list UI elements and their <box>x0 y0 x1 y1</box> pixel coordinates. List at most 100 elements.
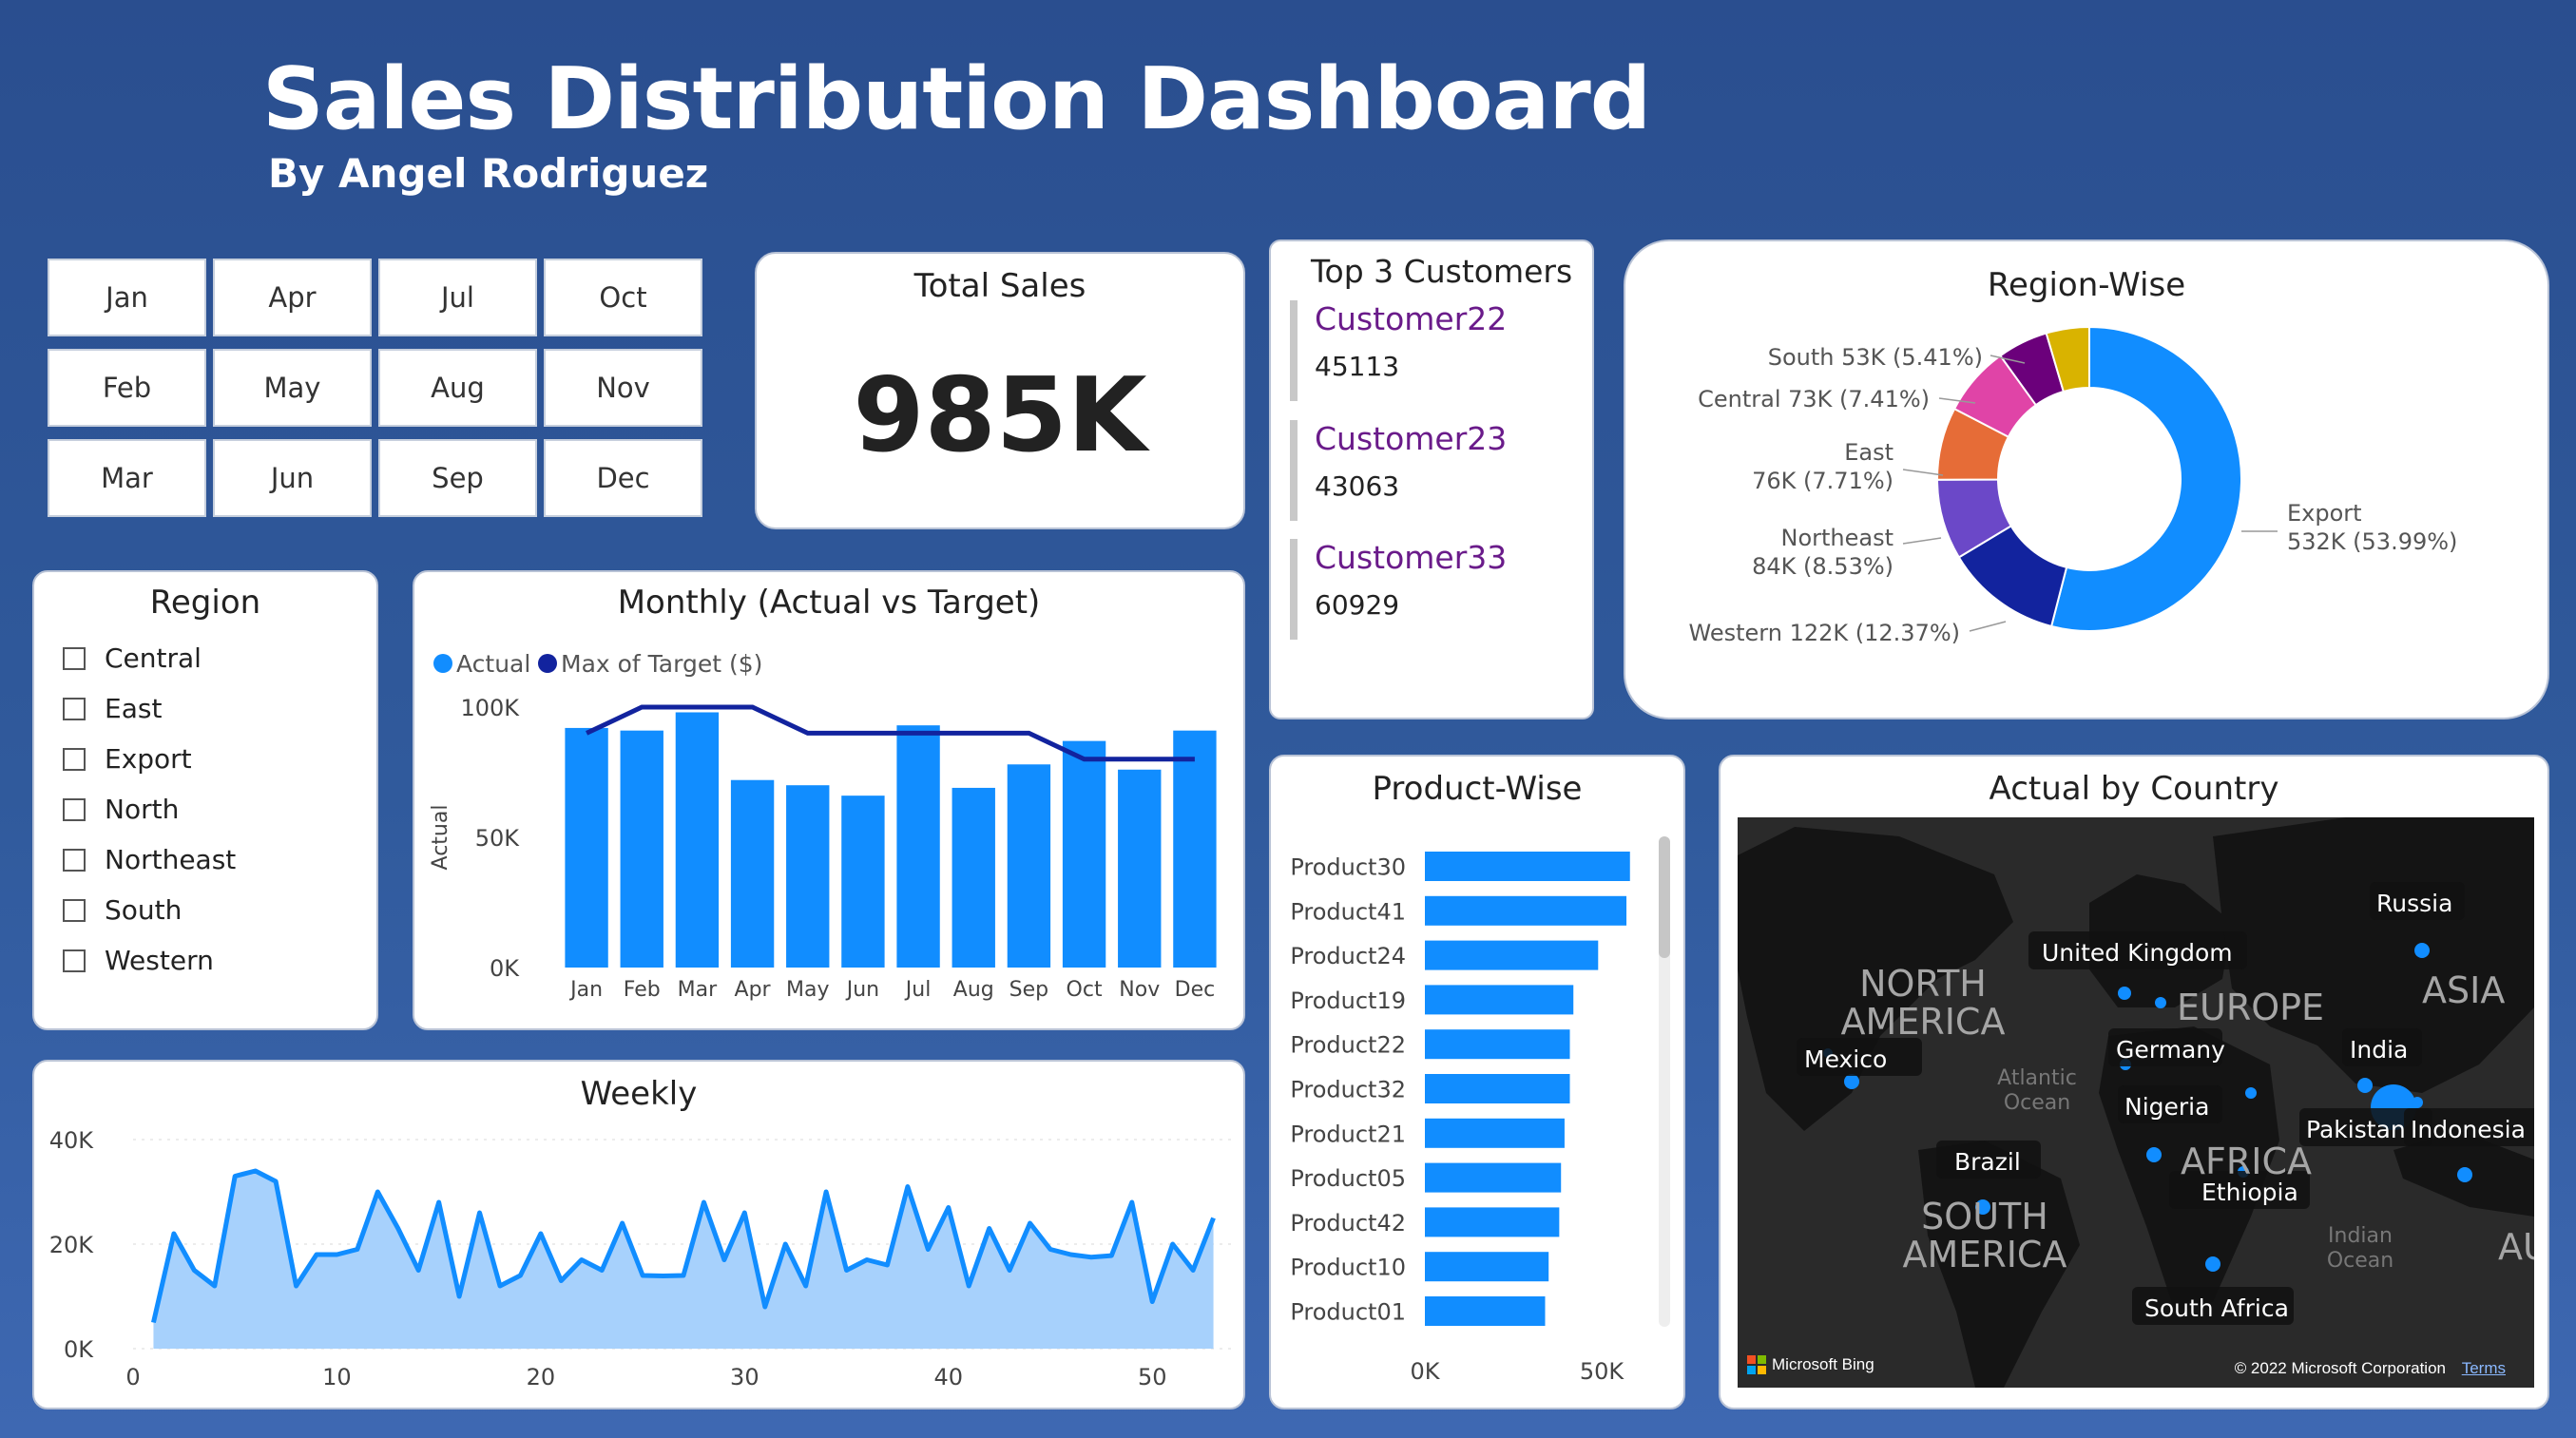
product-scroll-thumb[interactable] <box>1659 836 1670 958</box>
region-option-label: Central <box>105 642 202 674</box>
customer-item[interactable]: Customer22 45113 <box>1290 300 1575 401</box>
checkbox[interactable] <box>63 747 86 771</box>
customer-item[interactable]: Customer23 43063 <box>1290 420 1575 521</box>
month-button-nov[interactable]: Nov <box>544 349 702 427</box>
bar[interactable] <box>786 785 830 968</box>
y-tick-label: 100K <box>460 695 520 721</box>
bar[interactable] <box>1425 1296 1546 1326</box>
bar[interactable] <box>1425 985 1574 1015</box>
bar[interactable] <box>1425 895 1627 926</box>
donut-label: 76K (7.71%) <box>1752 468 1894 494</box>
map-label-indian-ocean: Indian Ocean <box>2326 1224 2394 1273</box>
month-slicer: Jan Apr Jul Oct Feb May Aug Nov Mar Jun … <box>48 259 709 523</box>
map-label-pakistan: Pakistan <box>2306 1116 2406 1143</box>
x-tick-label: 40 <box>934 1364 964 1390</box>
x-tick-label: 50K <box>1580 1358 1625 1385</box>
checkbox[interactable] <box>63 646 86 670</box>
bar[interactable] <box>841 796 885 968</box>
region-option-north[interactable]: North <box>63 794 179 825</box>
checkbox[interactable] <box>63 898 86 922</box>
bar[interactable] <box>1425 1029 1570 1060</box>
checkbox[interactable] <box>63 697 86 720</box>
x-tick-label: Aug <box>953 978 994 1002</box>
checkbox[interactable] <box>63 797 86 821</box>
donut-label: 532K (53.99%) <box>2287 528 2457 555</box>
bar[interactable] <box>1425 1118 1565 1148</box>
y-tick-label: Product30 <box>1290 854 1406 881</box>
month-button-feb[interactable]: Feb <box>48 349 206 427</box>
leader-line <box>1969 621 2007 632</box>
month-button-jun[interactable]: Jun <box>213 439 372 517</box>
map-label-south-america: SOUTH AMERICA <box>1902 1196 2067 1275</box>
map-label-ethiopia: Ethiopia <box>2201 1179 2298 1206</box>
bar[interactable] <box>620 730 663 968</box>
region-option-label: Northeast <box>105 844 237 875</box>
bar[interactable] <box>896 725 940 968</box>
bar[interactable] <box>1173 730 1217 968</box>
map-label-russia: Russia <box>2376 890 2453 917</box>
bar[interactable] <box>1425 1162 1562 1193</box>
bar[interactable] <box>1118 769 1162 968</box>
map-label-australia: AU <box>2498 1226 2534 1268</box>
map-bubble <box>2205 1256 2220 1272</box>
bar[interactable] <box>952 787 995 968</box>
bar[interactable] <box>1425 1252 1549 1282</box>
monthly-chart: Actual Max of Target ($) Actual 100K 50K 0K Ja… <box>429 650 1217 1002</box>
month-button-oct[interactable]: Oct <box>544 259 702 336</box>
map-label-india: India <box>2350 1036 2409 1064</box>
region-option-south[interactable]: South <box>63 894 182 926</box>
y-tick-label: 20K <box>49 1232 95 1258</box>
region-wise-card: Region-Wise Export 532K (53.99%) Western 1… <box>1624 240 2549 719</box>
customer-value: 45113 <box>1315 351 1400 382</box>
map-label-indonesia: Indonesia <box>2411 1116 2526 1143</box>
y-tick-label: 40K <box>49 1127 95 1154</box>
top-customers-title: Top 3 Customers <box>1311 253 1573 290</box>
y-tick-label: Product10 <box>1290 1255 1406 1281</box>
region-option-central[interactable]: Central <box>63 642 202 674</box>
region-option-east[interactable]: East <box>63 693 162 724</box>
y-tick-label: Product19 <box>1290 987 1406 1014</box>
bar[interactable] <box>1425 1074 1570 1103</box>
map-bubble <box>2146 1147 2162 1162</box>
month-button-mar[interactable]: Mar <box>48 439 206 517</box>
donut-label: Export <box>2287 500 2362 527</box>
bar[interactable] <box>1062 740 1106 968</box>
total-sales-title: Total Sales <box>913 267 1086 305</box>
checkbox[interactable] <box>63 949 86 972</box>
bar[interactable] <box>1007 764 1051 968</box>
month-button-apr[interactable]: Apr <box>213 259 372 336</box>
donut-label: Central 73K (7.41%) <box>1698 386 1930 412</box>
x-tick-label: Apr <box>735 978 772 1002</box>
month-button-may[interactable]: May <box>213 349 372 427</box>
customer-value: 43063 <box>1315 470 1400 502</box>
month-button-jan[interactable]: Jan <box>48 259 206 336</box>
month-button-dec[interactable]: Dec <box>544 439 702 517</box>
customer-item[interactable]: Customer33 60929 <box>1290 539 1575 640</box>
customer-name: Customer33 <box>1315 539 1508 576</box>
region-option-northeast[interactable]: Northeast <box>63 844 236 875</box>
month-button-jul[interactable]: Jul <box>378 259 537 336</box>
customer-name: Customer22 <box>1315 300 1508 337</box>
region-option-western[interactable]: Western <box>63 945 214 976</box>
map-bubble <box>2155 997 2166 1008</box>
terms-link[interactable]: Terms <box>2462 1359 2506 1377</box>
map-label-mexico: Mexico <box>1804 1045 1888 1073</box>
bar[interactable] <box>675 712 720 968</box>
world-map[interactable]: Russia United Kingdom EUROPE NORTH AMERI… <box>1738 817 2534 1388</box>
bar[interactable] <box>1425 1207 1560 1237</box>
product-scrollbar[interactable] <box>1659 836 1670 1327</box>
month-button-sep[interactable]: Sep <box>378 439 537 517</box>
bar[interactable] <box>1425 940 1599 970</box>
bar[interactable] <box>1425 852 1630 881</box>
month-button-aug[interactable]: Aug <box>378 349 537 427</box>
y-tick-label: Product22 <box>1290 1032 1406 1059</box>
region-option-export[interactable]: Export <box>63 743 192 775</box>
bar[interactable] <box>565 727 608 968</box>
map-bubble <box>2412 1097 2423 1108</box>
map-label-united-kingdom: United Kingdom <box>2042 939 2233 967</box>
page-byline: By Angel Rodriguez <box>268 150 709 197</box>
x-tick-label: 10 <box>322 1364 352 1390</box>
checkbox[interactable] <box>63 848 86 872</box>
bar[interactable] <box>730 779 775 968</box>
legend-marker-actual <box>433 654 452 673</box>
